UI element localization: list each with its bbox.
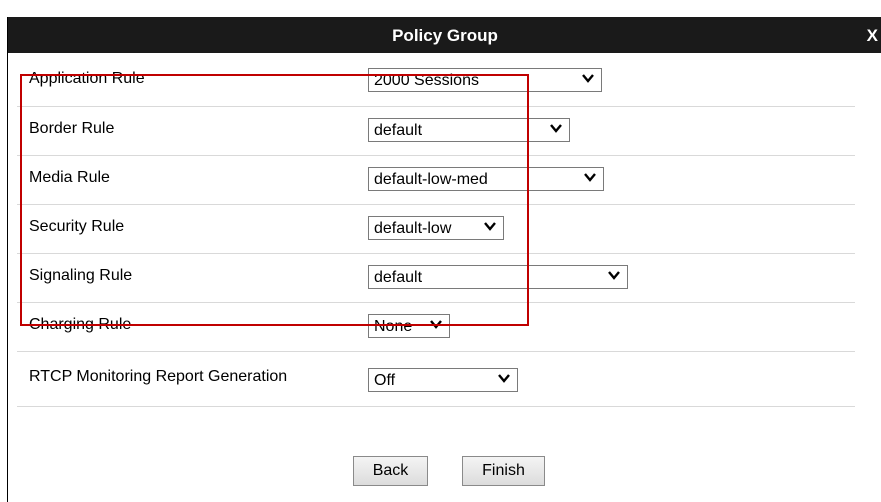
rtcp-report-select[interactable]: Off — [368, 368, 518, 392]
media-rule-select[interactable]: default-low-med — [368, 167, 604, 191]
signaling-rule-label: Signaling Rule — [29, 267, 133, 284]
dialog-title: Policy Group — [392, 26, 498, 45]
close-button[interactable]: X — [867, 26, 878, 46]
application-rule-label: Application Rule — [29, 70, 145, 87]
charging-rule-label: Charging Rule — [29, 316, 132, 333]
finish-button[interactable]: Finish — [462, 456, 545, 486]
rule-row-media: Media Rule default-low-med — [17, 155, 855, 204]
application-rule-select[interactable]: 2000 Sessions — [368, 68, 602, 92]
dialog-titlebar: Policy Group X — [8, 17, 881, 53]
chevron-down-icon — [484, 222, 496, 231]
security-rule-value: default-low — [374, 220, 452, 237]
charging-rule-value: None — [374, 318, 413, 335]
security-rule-select[interactable]: default-low — [368, 216, 504, 240]
chevron-down-icon — [498, 374, 510, 383]
rtcp-report-label: RTCP Monitoring Report Generation — [29, 368, 288, 385]
chevron-down-icon — [584, 173, 596, 182]
rules-table: Application Rule 2000 Sessions Border Ru… — [17, 57, 855, 407]
rule-row-application: Application Rule 2000 Sessions — [17, 57, 855, 106]
back-button[interactable]: Back — [353, 456, 428, 486]
rule-row-signaling: Signaling Rule default — [17, 253, 855, 302]
media-rule-value: default-low-med — [374, 171, 488, 188]
application-rule-value: 2000 Sessions — [374, 72, 479, 89]
chevron-down-icon — [582, 74, 594, 83]
chevron-down-icon — [550, 124, 562, 133]
rule-row-security: Security Rule default-low — [17, 204, 855, 253]
media-rule-label: Media Rule — [29, 169, 110, 186]
signaling-rule-value: default — [374, 269, 423, 286]
border-rule-label: Border Rule — [29, 120, 115, 137]
chevron-down-icon — [608, 271, 620, 280]
rule-row-charging: Charging Rule None — [17, 302, 855, 351]
rule-row-border: Border Rule default — [17, 106, 855, 155]
chevron-down-icon — [430, 320, 442, 329]
rtcp-report-value: Off — [374, 372, 396, 389]
signaling-rule-select[interactable]: default — [368, 265, 628, 289]
rule-row-rtcp: RTCP Monitoring Report Generation Off — [17, 351, 855, 406]
charging-rule-select[interactable]: None — [368, 314, 450, 338]
security-rule-label: Security Rule — [29, 218, 125, 235]
border-rule-value: default — [374, 122, 423, 139]
border-rule-select[interactable]: default — [368, 118, 570, 142]
